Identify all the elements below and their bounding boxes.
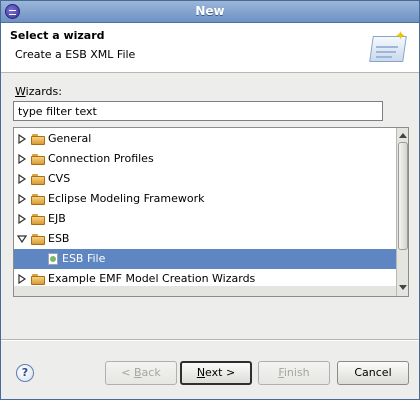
header-title: Select a wizard (10, 29, 105, 42)
tree-item-label: ESB (48, 232, 70, 245)
expand-arrow-icon[interactable] (17, 154, 27, 164)
window-title: New (195, 4, 225, 18)
tree-item-label: ESB File (62, 252, 106, 265)
expand-arrow-icon[interactable] (17, 214, 27, 224)
wizard-tree[interactable]: General Connection Profiles CVS Eclipse … (13, 127, 409, 297)
esb-file-icon (47, 253, 59, 265)
scroll-down-icon[interactable] (398, 282, 408, 294)
tree-item-esb[interactable]: ESB (14, 229, 398, 249)
tree-item-label: General (48, 132, 92, 145)
tree-item-label: EJB (48, 212, 66, 225)
wizard-banner-icon: ✦ (365, 28, 411, 68)
folder-icon (31, 154, 45, 165)
folder-open-icon (31, 234, 45, 245)
folder-icon (31, 194, 45, 205)
new-wizard-dialog: New Select a wizard Create a ESB XML Fil… (0, 0, 420, 400)
wizards-label: Wizards: (15, 85, 62, 98)
wizard-header: Select a wizard Create a ESB XML File ✦ (1, 23, 419, 73)
tree-item-cvs[interactable]: CVS (14, 169, 398, 189)
folder-icon (31, 174, 45, 185)
titlebar[interactable]: New (1, 1, 419, 23)
back-button[interactable]: < Back (105, 361, 177, 385)
finish-button[interactable]: Finish (258, 361, 330, 385)
tree-item-label: Connection Profiles (48, 152, 154, 165)
scrollbar-thumb[interactable] (398, 142, 408, 250)
vertical-scrollbar[interactable] (396, 128, 408, 296)
scroll-up-icon[interactable] (398, 129, 408, 141)
tree-item-connection-profiles[interactable]: Connection Profiles (14, 149, 398, 169)
tree-item-esb-file[interactable]: ESB File (14, 249, 398, 269)
cancel-button[interactable]: Cancel (337, 361, 409, 385)
collapse-arrow-icon[interactable] (17, 234, 27, 244)
header-description: Create a ESB XML File (15, 48, 136, 61)
next-button[interactable]: Next > (180, 361, 252, 385)
expand-arrow-icon[interactable] (17, 194, 27, 204)
tree-item-label: CVS (48, 172, 71, 185)
tree-item-eclipse-modeling-framework[interactable]: Eclipse Modeling Framework (14, 189, 398, 209)
filter-input[interactable] (13, 101, 383, 121)
horizontal-scrollbar[interactable] (14, 286, 398, 296)
folder-icon (31, 134, 45, 145)
expand-arrow-icon[interactable] (17, 134, 27, 144)
tree-item-ejb[interactable]: EJB (14, 209, 398, 229)
folder-icon (31, 214, 45, 225)
tree-item-label: Eclipse Modeling Framework (48, 192, 205, 205)
button-bar-separator (1, 339, 419, 341)
help-icon[interactable]: ? (16, 364, 34, 382)
folder-icon (31, 274, 45, 285)
tree-item-general[interactable]: General (14, 129, 398, 149)
expand-arrow-icon[interactable] (17, 174, 27, 184)
expand-arrow-icon[interactable] (17, 274, 27, 284)
